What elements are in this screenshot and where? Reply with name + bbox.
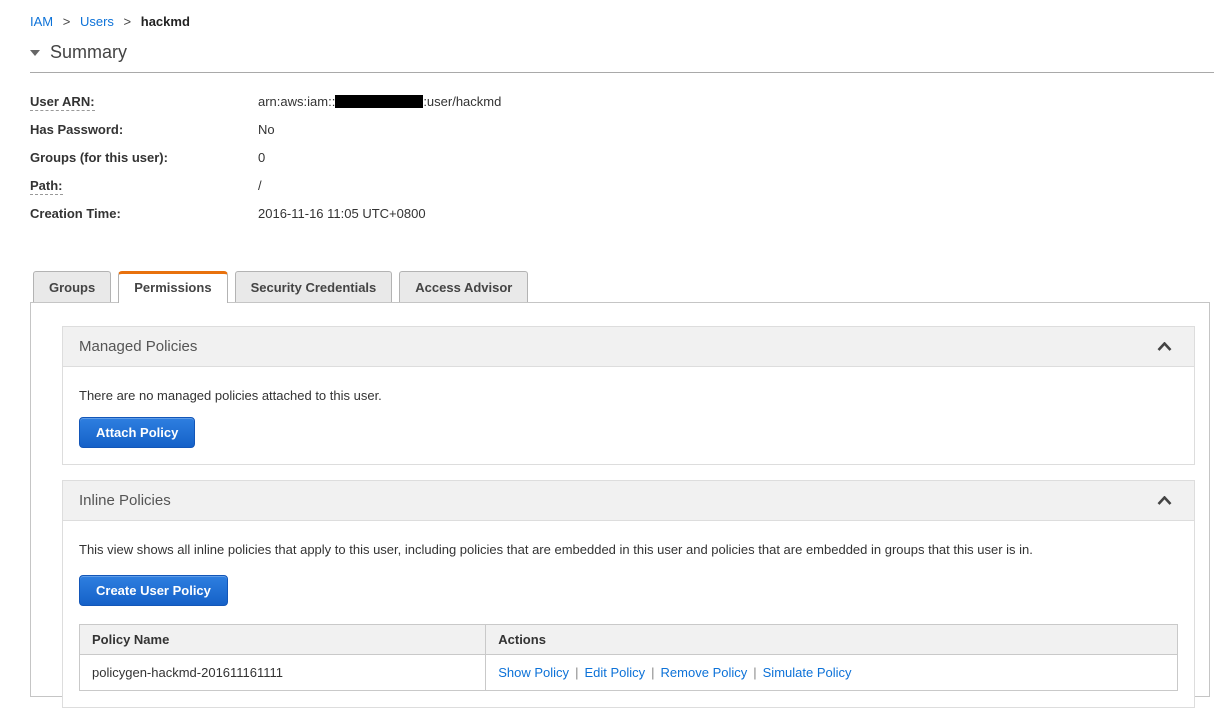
inline-policies-description: This view shows all inline policies that… [79,542,1033,557]
action-separator: | [651,665,655,680]
field-value-has-password: No [258,121,275,137]
breadcrumb-link-users[interactable]: Users [80,14,114,29]
actions-cell: Show Policy | Edit Policy | Remove Policy | Si… [485,654,1178,691]
summary-row-has-password: Has Password: No [30,115,1214,143]
managed-policies-empty-text: There are no managed policies attached t… [79,388,382,403]
tab-security-credentials[interactable]: Security Credentials [234,271,393,302]
action-separator: | [753,665,757,680]
arn-suffix: :user/hackmd [423,93,502,109]
managed-policies-title: Managed Policies [79,338,198,355]
remove-policy-link[interactable]: Remove Policy [661,665,748,680]
breadcrumb-current-user: hackmd [140,14,190,29]
summary-title: Summary [50,42,128,62]
chevron-up-icon[interactable] [1151,494,1178,507]
table-header-row: Policy Name Actions [78,624,1178,655]
summary-row-path: Path: / [30,171,1214,199]
managed-policies-header: Managed Policies [63,327,1194,367]
summary-row-user-arn: User ARN: arn:aws:iam:::user/hackmd [30,87,1214,115]
summary-row-groups: Groups (for this user): 0 [30,143,1214,171]
managed-policies-body: There are no managed policies attached t… [63,367,1194,464]
breadcrumb-separator: > [123,14,132,29]
column-header-policy-name: Policy Name [78,624,487,655]
breadcrumb-link-iam[interactable]: IAM [30,14,53,29]
field-value-path: / [258,177,262,193]
show-policy-link[interactable]: Show Policy [498,665,569,680]
summary-section-toggle[interactable]: Summary [30,42,1214,63]
field-label-creation-time: Creation Time: [30,205,121,221]
summary-row-creation-time: Creation Time: 2016-11-16 11:05 UTC+0800 [30,199,1214,227]
inline-policies-section: Inline Policies This view shows all inli… [62,480,1195,708]
edit-policy-link[interactable]: Edit Policy [584,665,645,680]
managed-policies-section: Managed Policies There are no managed po… [62,326,1195,465]
field-label-groups: Groups (for this user): [30,149,168,165]
field-label-path: Path: [30,177,63,195]
field-label-user-arn: User ARN: [30,93,95,111]
action-separator: | [575,665,579,680]
create-user-policy-button[interactable]: Create User Policy [79,575,228,606]
inline-policies-header: Inline Policies [63,481,1194,521]
simulate-policy-link[interactable]: Simulate Policy [763,665,852,680]
inline-policies-body: This view shows all inline policies that… [63,521,1194,707]
summary-fields: User ARN: arn:aws:iam:::user/hackmd Has … [30,87,1214,227]
redacted-account-id [335,94,424,108]
attach-policy-button[interactable]: Attach Policy [79,417,196,448]
tab-bar: Groups Permissions Security Credentials … [33,271,1214,303]
column-header-actions: Actions [485,624,1178,655]
field-value-user-arn: arn:aws:iam:::user/hackmd [258,94,501,109]
breadcrumb: IAM > Users > hackmd [0,0,1214,29]
chevron-up-icon[interactable] [1151,340,1178,353]
field-value-groups: 0 [258,149,266,165]
summary-divider [30,72,1214,73]
breadcrumb-separator: > [62,14,71,29]
field-value-creation-time: 2016-11-16 11:05 UTC+0800 [258,205,426,221]
collapse-triangle-icon [30,49,40,56]
arn-prefix: arn:aws:iam:: [258,93,336,109]
tab-groups[interactable]: Groups [33,271,112,302]
tab-access-advisor[interactable]: Access Advisor [399,271,529,302]
tab-permissions[interactable]: Permissions [118,271,228,303]
policy-name-cell: policygen-hackmd-201611161111 [78,654,487,691]
table-row: policygen-hackmd-201611161111 Show Polic… [78,654,1178,691]
inline-policies-table: Policy Name Actions policygen-hackmd-201… [78,624,1178,691]
permissions-tab-panel: Managed Policies There are no managed po… [30,302,1210,708]
inline-policies-title: Inline Policies [79,492,171,509]
field-label-has-password: Has Password: [30,121,124,137]
